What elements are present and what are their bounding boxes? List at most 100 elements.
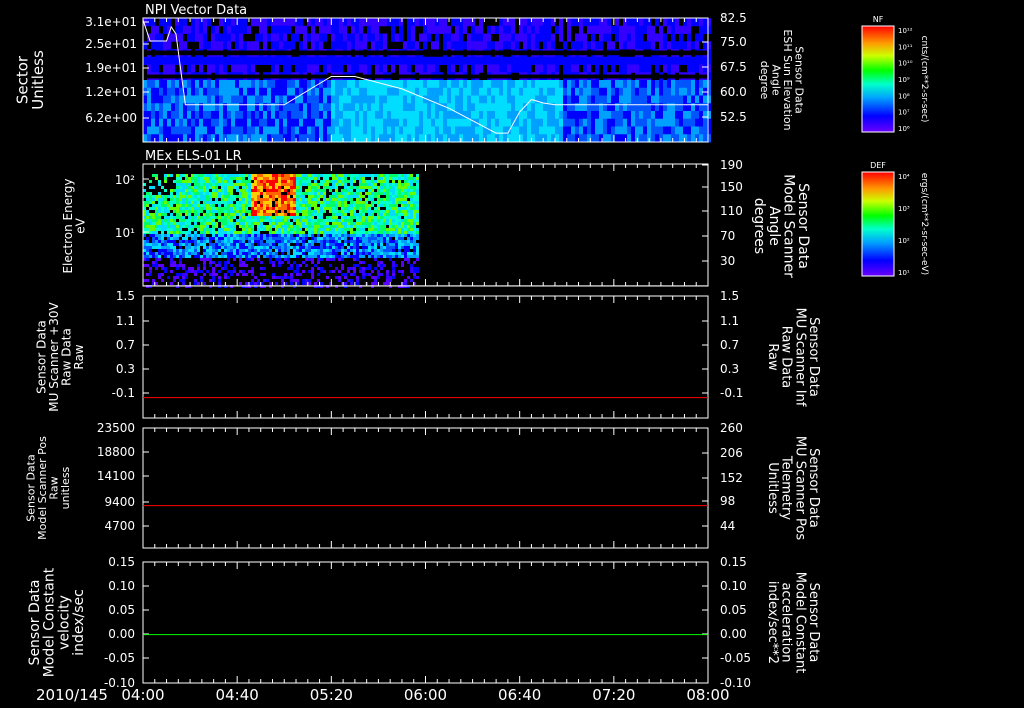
heatmap-cell — [611, 25, 615, 34]
heatmap-cell — [179, 240, 182, 243]
heatmap-cell — [308, 213, 311, 216]
heatmap-cell — [380, 249, 383, 252]
heatmap-cell — [195, 95, 199, 104]
heatmap-cell — [257, 180, 260, 183]
heatmap-cell — [575, 56, 579, 65]
heatmap-cell — [531, 80, 535, 89]
heatmap-cell — [387, 103, 391, 112]
heatmap-cell — [219, 126, 223, 135]
heatmap-cell — [243, 64, 247, 73]
heatmap-cell — [327, 95, 331, 104]
heatmap-cell — [332, 252, 335, 255]
heatmap-cell — [299, 252, 302, 255]
heatmap-cell — [176, 249, 179, 252]
heatmap-cell — [188, 180, 191, 183]
heatmap-cell — [200, 177, 203, 180]
heatmap-cell — [223, 56, 227, 65]
heatmap-cell — [308, 240, 311, 243]
heatmap-cell — [194, 246, 197, 249]
heatmap-cell — [209, 183, 212, 186]
heatmap-cell — [647, 56, 651, 65]
heatmap-cell — [266, 198, 269, 201]
heatmap-cell — [523, 95, 527, 104]
heatmap-cell — [515, 80, 519, 89]
heatmap-cell — [347, 267, 350, 270]
heatmap-cell — [353, 225, 356, 228]
heatmap-cell — [227, 25, 231, 34]
heatmap-cell — [571, 41, 575, 50]
heatmap-cell — [281, 177, 284, 180]
heatmap-cell — [275, 222, 278, 225]
heatmap-cell — [293, 195, 296, 198]
heatmap-cell — [159, 118, 163, 127]
heatmap-cell — [683, 111, 687, 120]
heatmap-cell — [371, 219, 374, 222]
heatmap-cell — [182, 189, 185, 192]
heatmap-cell — [230, 228, 233, 231]
heatmap-cell — [195, 111, 199, 120]
heatmap-cell — [155, 210, 158, 213]
heatmap-cell — [215, 95, 219, 104]
heatmap-cell — [182, 183, 185, 186]
heatmap-cell — [182, 186, 185, 189]
heatmap-cell — [320, 183, 323, 186]
data-gap — [143, 50, 708, 56]
heatmap-cell — [535, 18, 539, 27]
heatmap-cell — [410, 252, 413, 255]
heatmap-cell — [143, 103, 147, 112]
heatmap-cell — [663, 41, 667, 50]
heatmap-cell — [639, 87, 643, 96]
heatmap-cell — [224, 201, 227, 204]
heatmap-cell — [523, 33, 527, 42]
heatmap-cell — [179, 87, 183, 96]
heatmap-cell — [251, 41, 255, 50]
heatmap-cell — [296, 246, 299, 249]
heatmap-cell — [281, 255, 284, 258]
heatmap-cell — [416, 186, 419, 189]
heatmap-cell — [447, 25, 451, 34]
heatmap-cell — [275, 231, 278, 234]
heatmap-cell — [206, 177, 209, 180]
heatmap-cell — [703, 18, 707, 27]
heatmap-cell — [267, 134, 271, 143]
heatmap-cell — [283, 126, 287, 135]
heatmap-cell — [311, 258, 314, 261]
heatmap-cell — [302, 213, 305, 216]
heatmap-cell — [447, 87, 451, 96]
heatmap-cell — [188, 234, 191, 237]
heatmap-cell — [379, 118, 383, 127]
heatmap-cell — [224, 192, 227, 195]
heatmap-cell — [411, 134, 415, 143]
heatmap-cell — [251, 195, 254, 198]
heatmap-cell — [491, 111, 495, 120]
heatmap-cell — [203, 273, 206, 276]
heatmap-cell — [152, 231, 155, 234]
heatmap-cell — [350, 267, 353, 270]
heatmap-cell — [359, 240, 362, 243]
heatmap-cell — [221, 210, 224, 213]
heatmap-cell — [308, 204, 311, 207]
heatmap-cell — [302, 252, 305, 255]
heatmap-cell — [164, 252, 167, 255]
plot-frame — [142, 295, 709, 419]
heatmap-cell — [350, 216, 353, 219]
heatmap-cell — [335, 183, 338, 186]
heatmap-cell — [149, 213, 152, 216]
heatmap-cell — [531, 33, 535, 42]
heatmap-cell — [635, 56, 639, 65]
heatmap-cell — [344, 231, 347, 234]
heatmap-cell — [587, 126, 591, 135]
heatmap-cell — [338, 228, 341, 231]
heatmap-cell — [335, 276, 338, 279]
heatmap-cell — [185, 204, 188, 207]
heatmap-cell — [539, 33, 543, 42]
heatmap-cell — [203, 234, 206, 237]
heatmap-cell — [212, 189, 215, 192]
heatmap-cell — [197, 255, 200, 258]
heatmap-cell — [383, 204, 386, 207]
heatmap-cell — [380, 228, 383, 231]
heatmap-cell — [260, 243, 263, 246]
heatmap-cell — [197, 210, 200, 213]
heatmap-cell — [239, 240, 242, 243]
heatmap-cell — [539, 87, 543, 96]
